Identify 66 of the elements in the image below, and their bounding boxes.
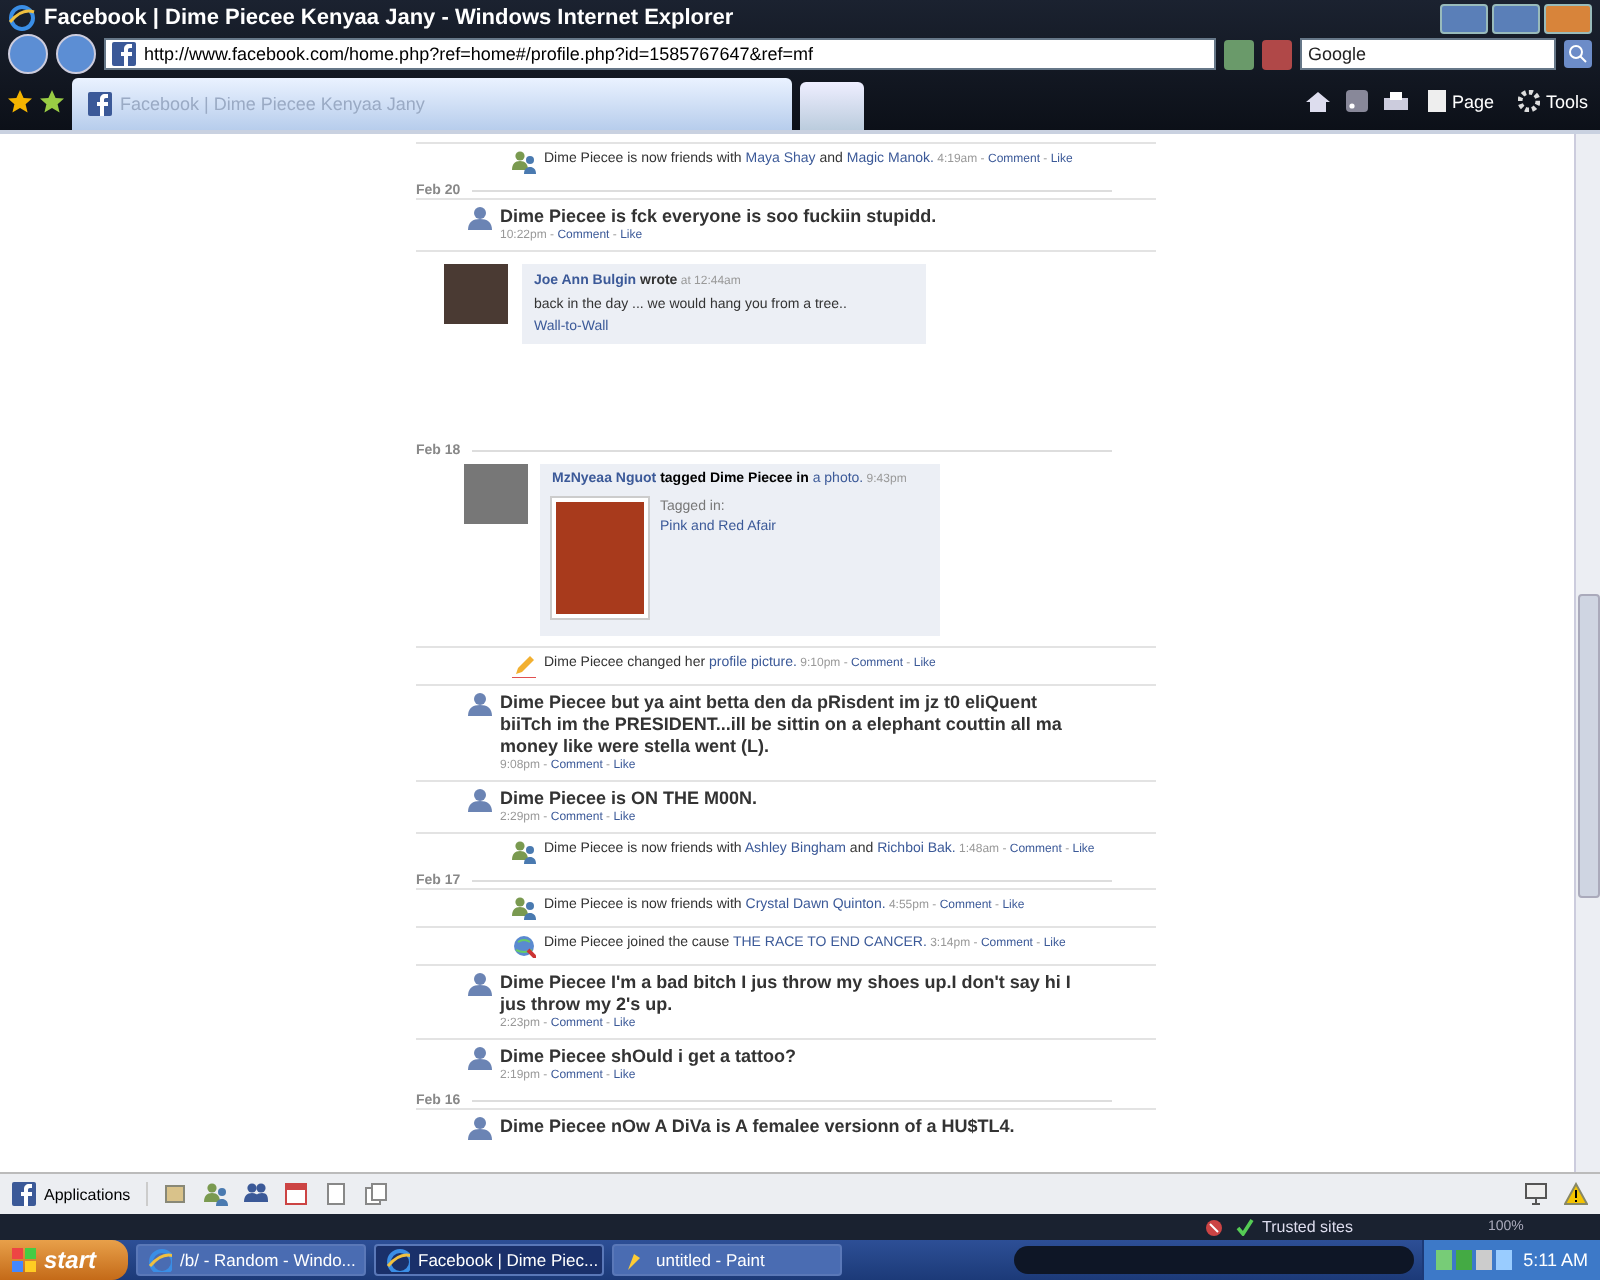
search-icon[interactable] — [1564, 40, 1592, 68]
search-field[interactable]: Google — [1300, 38, 1556, 70]
browser-logo-icon — [386, 1248, 411, 1272]
minimize-button[interactable] — [1440, 3, 1488, 33]
scrollbar-thumb[interactable] — [1577, 594, 1599, 898]
zone-label: Trusted sites — [1262, 1218, 1353, 1236]
pages-icon[interactable] — [364, 1182, 389, 1206]
facebook-icon — [88, 92, 112, 116]
people-icon — [512, 896, 536, 920]
window-title: Facebook | Dime Piecee Kenyaa Jany - Windows Internet Explorer — [44, 6, 734, 30]
globe-icon — [512, 934, 536, 958]
document-icon[interactable] — [324, 1182, 349, 1206]
add-star-icon[interactable] — [40, 89, 64, 113]
stop-button[interactable] — [1262, 39, 1292, 69]
tray-icons-drawing — [1435, 1250, 1516, 1270]
facebook-icon — [12, 1182, 36, 1206]
person-icon — [468, 788, 492, 812]
person-icon — [468, 692, 492, 716]
facebook-icon — [112, 42, 136, 66]
feed-icon[interactable] — [1345, 90, 1368, 112]
clock: 5:11 AM — [1523, 1250, 1588, 1270]
box-icon[interactable] — [164, 1182, 189, 1206]
check-icon — [1236, 1218, 1254, 1236]
warning-icon[interactable] — [1564, 1182, 1588, 1206]
people-icon[interactable] — [244, 1182, 269, 1206]
status-text: Dime Piecee is fck everyone is soo fuckiin stupidd. — [500, 206, 937, 226]
person-icon — [468, 1046, 492, 1070]
browser-logo-icon — [148, 1248, 173, 1272]
person-icon — [468, 972, 492, 996]
photo-placeholder — [464, 464, 528, 524]
back-button[interactable] — [8, 34, 48, 74]
person-icon — [468, 1116, 492, 1140]
people-icon — [512, 840, 536, 864]
people-icon — [512, 150, 536, 174]
page-icon — [1427, 90, 1446, 112]
status-text: Dime Piecee I'm a bad bitch I jus throw my shoes up.I don't say hi I jus throw my 2's up. — [500, 972, 1071, 1014]
star-icon[interactable] — [8, 89, 32, 113]
forward-button[interactable] — [56, 34, 96, 74]
address-field[interactable]: http://www.facebook.com/home.php?ref=home#/profile.php?id=1585767647&ref=mf — [104, 38, 1216, 70]
taskbar-button[interactable]: Facebook | Dime Piec... — [374, 1244, 605, 1276]
applications-button[interactable]: Applications — [12, 1182, 149, 1206]
refresh-button[interactable] — [1224, 39, 1254, 69]
calendar-icon[interactable] — [284, 1182, 309, 1206]
browser-logo-icon — [8, 4, 36, 32]
person-icon — [468, 206, 492, 230]
scrollbar[interactable] — [1574, 134, 1600, 1172]
close-button[interactable] — [1544, 3, 1592, 33]
people-icon[interactable] — [204, 1182, 229, 1206]
status-text: Dime Piecee is ON THE M00N. — [500, 788, 758, 808]
printer-icon[interactable] — [1383, 89, 1408, 113]
windows-logo-icon — [12, 1248, 36, 1272]
pencil-icon — [512, 654, 536, 678]
monitor-icon[interactable] — [1524, 1182, 1548, 1206]
photo-placeholder — [444, 264, 508, 324]
status-text: Dime Piecee shOuld i get a tattoo? — [500, 1046, 797, 1066]
maximize-button[interactable] — [1492, 3, 1540, 33]
taskbar-button[interactable]: untitled - Paint — [612, 1244, 843, 1276]
status-text: Dime Piecee but ya aint betta den da pRisdent im jz t0 eliQuent biiTch im the PRESIDENT...ill be sittin on a elephant couttin all ma money like were stella went (L). — [500, 692, 1062, 756]
page-menu-button[interactable]: Page — [1423, 90, 1498, 112]
tools-menu-button[interactable]: Tools — [1513, 90, 1592, 112]
blocked-popup-icon — [1204, 1217, 1224, 1237]
taskbar-button[interactable]: /b/ - Random - Windo... — [136, 1244, 367, 1276]
photo-placeholder[interactable] — [552, 498, 648, 618]
home-icon[interactable] — [1305, 89, 1330, 113]
status-text: Dime Piecee nOw A DiVa is A femalee versionn of a HU$TL4. — [500, 1116, 1015, 1136]
gear-icon — [1517, 90, 1540, 112]
